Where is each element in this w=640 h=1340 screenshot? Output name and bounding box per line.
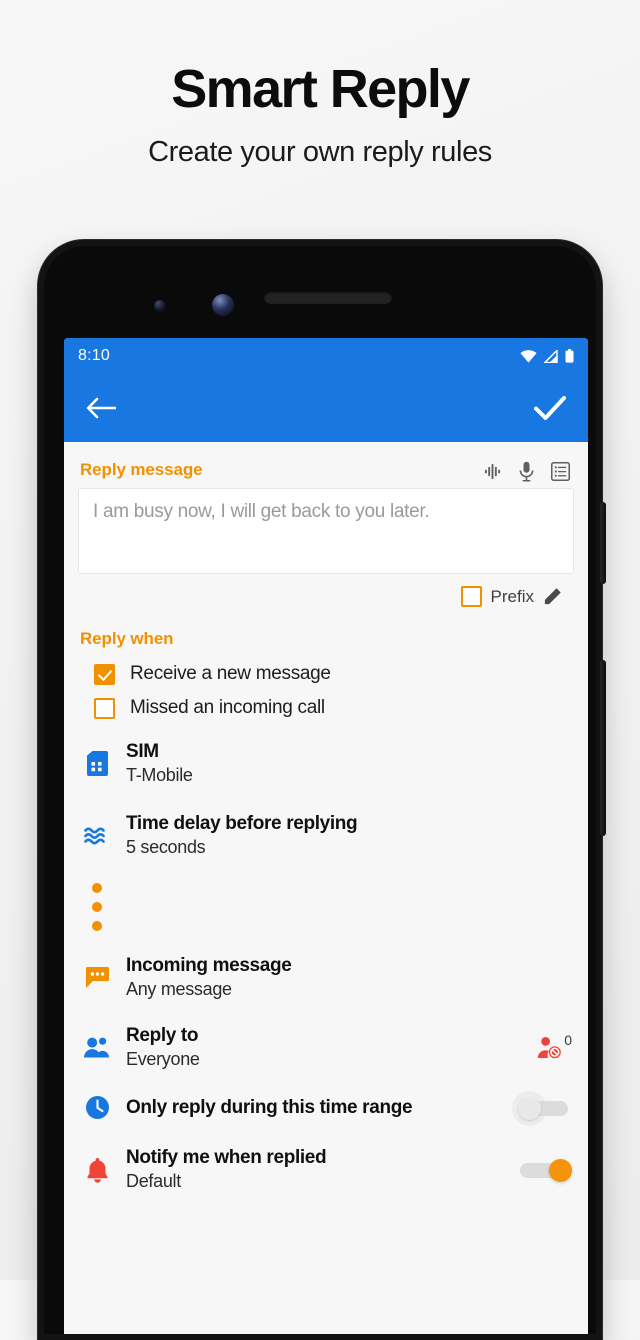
row-reply-to-text: Reply to Everyone	[126, 1025, 523, 1070]
status-bar: 8:10	[64, 338, 588, 374]
row-sim-title: SIM	[126, 741, 159, 762]
time-range-toggle[interactable]	[512, 1090, 572, 1126]
row-incoming-message-subtitle: Any message	[126, 979, 232, 999]
separator-dot	[92, 883, 102, 893]
battery-icon	[565, 349, 574, 363]
row-reply-to-subtitle: Everyone	[126, 1049, 200, 1069]
row-time-delay[interactable]: Time delay before replying 5 seconds	[64, 797, 588, 869]
row-incoming-message[interactable]: Incoming message Any message	[64, 941, 588, 1011]
phone-mockup: 8:10 Reply message I am busy now, I will…	[38, 240, 606, 1340]
notify-toggle[interactable]	[518, 1158, 572, 1182]
sim-card-icon	[82, 751, 112, 776]
assistant-dots-icon[interactable]	[483, 462, 502, 481]
front-camera-icon	[154, 300, 166, 312]
toggle-thumb	[518, 1096, 541, 1120]
volume-button[interactable]	[600, 660, 606, 836]
row-notify-toggle-wrap	[518, 1158, 572, 1182]
blocked-user-icon	[538, 1036, 562, 1058]
page-title: Smart Reply	[171, 59, 470, 119]
power-button[interactable]	[600, 502, 606, 584]
row-sim[interactable]: SIM T-Mobile	[64, 725, 588, 797]
row-incoming-message-text: Incoming message Any message	[126, 955, 572, 1000]
blocked-users-badge[interactable]: 0	[537, 1032, 572, 1060]
row-time-delay-title: Time delay before replying	[126, 813, 358, 834]
row-notify[interactable]: Notify me when replied Default	[64, 1131, 588, 1203]
templates-list-icon[interactable]	[551, 461, 570, 481]
row-time-range[interactable]: Only reply during this time range	[64, 1081, 588, 1131]
row-time-delay-subtitle: 5 seconds	[126, 837, 206, 857]
row-time-delay-text: Time delay before replying 5 seconds	[126, 813, 572, 858]
clock-icon	[82, 1095, 112, 1120]
signal-icon	[544, 349, 558, 363]
prefix-label: Prefix	[490, 586, 534, 606]
status-time: 8:10	[78, 347, 110, 364]
wave-delay-icon	[82, 826, 112, 846]
back-arrow-icon[interactable]	[86, 396, 116, 420]
row-time-range-toggle-wrap	[512, 1090, 572, 1126]
page-subtitle: Create your own reply rules	[148, 136, 492, 168]
row-notify-title: Notify me when replied	[126, 1147, 327, 1168]
receive-message-label: Receive a new message	[130, 663, 331, 684]
reply-message-placeholder: I am busy now, I will get back to you la…	[93, 501, 430, 522]
reply-when-option-receive-message[interactable]: Receive a new message	[64, 657, 588, 691]
earpiece-speaker	[264, 291, 392, 304]
reply-when-label: Reply when	[80, 629, 174, 648]
promo-header: Smart Reply Create your own reply rules	[0, 0, 640, 169]
row-time-range-title: Only reply during this time range	[126, 1096, 413, 1118]
row-notify-text: Notify me when replied Default	[126, 1147, 504, 1192]
prefix-row: Prefix	[64, 574, 580, 611]
reply-message-input[interactable]: I am busy now, I will get back to you la…	[78, 488, 574, 574]
wifi-icon	[520, 349, 537, 363]
row-reply-to[interactable]: Reply to Everyone 0	[64, 1011, 588, 1081]
row-incoming-message-title: Incoming message	[126, 955, 292, 976]
microphone-icon[interactable]	[519, 461, 534, 482]
row-notify-subtitle: Default	[126, 1171, 181, 1191]
reply-when-option-missed-call[interactable]: Missed an incoming call	[64, 691, 588, 725]
toggle-thumb	[549, 1158, 572, 1182]
reply-message-actions	[483, 447, 588, 484]
settings-content: Reply message I am busy now, I will get …	[64, 442, 588, 1334]
phone-screen: 8:10 Reply message I am busy now, I will…	[64, 338, 588, 1334]
reply-message-header: Reply message	[64, 442, 588, 488]
app-bar	[64, 374, 588, 442]
separator-dot	[92, 902, 102, 912]
bell-icon	[82, 1157, 112, 1183]
row-sim-subtitle: T-Mobile	[126, 765, 193, 785]
prefix-checkbox[interactable]	[460, 586, 482, 607]
pencil-icon[interactable]	[543, 587, 562, 606]
row-reply-to-title: Reply to	[126, 1025, 199, 1046]
three-dots-separator	[64, 869, 588, 941]
row-time-range-text: Only reply during this time range	[126, 1097, 504, 1119]
receive-message-checkbox[interactable]	[94, 663, 115, 685]
missed-call-checkbox[interactable]	[94, 697, 115, 719]
separator-dot	[92, 921, 102, 931]
people-icon	[82, 1036, 112, 1059]
checkmark-icon[interactable]	[534, 395, 566, 421]
front-camera-secondary-icon	[212, 294, 234, 316]
blocked-users-count: 0	[564, 1031, 572, 1048]
reply-message-label: Reply message	[80, 460, 203, 479]
missed-call-label: Missed an incoming call	[130, 697, 325, 718]
chat-bubble-icon	[82, 966, 112, 989]
phone-bezel: 8:10 Reply message I am busy now, I will…	[44, 246, 596, 1334]
status-icons	[520, 349, 574, 363]
row-sim-text: SIM T-Mobile	[126, 741, 572, 786]
